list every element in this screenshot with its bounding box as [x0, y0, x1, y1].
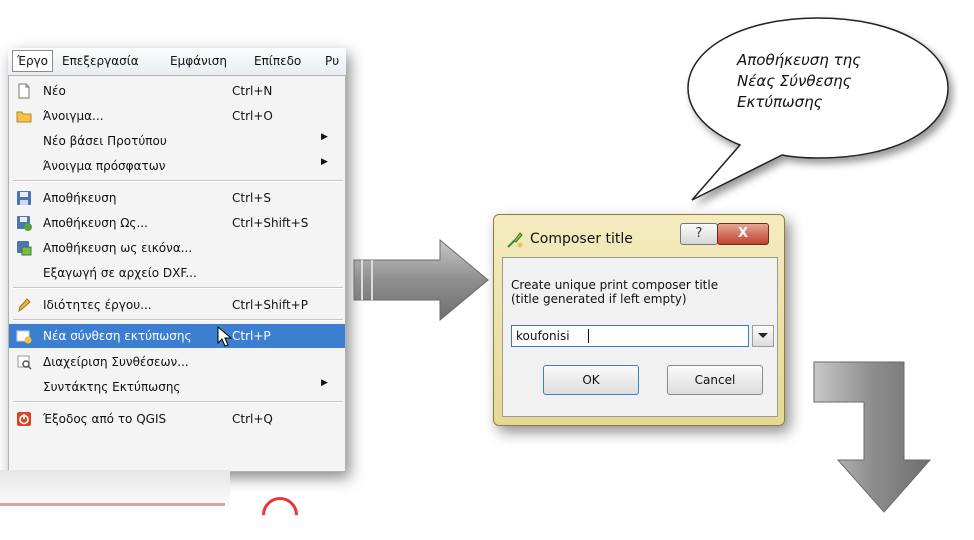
down-arrow-icon — [813, 361, 932, 513]
right-arrow-icon — [353, 238, 489, 322]
menu-item-label: Αποθήκευση — [43, 191, 117, 205]
menu-item-new[interactable]: Νέο Ctrl+N — [9, 79, 345, 103]
menu-item-shortcut: Ctrl+Q — [232, 412, 273, 426]
file-menu: Έργο Επεξεργασία Εμφάνιση Επίπεδο Ρυ Νέο… — [8, 48, 346, 472]
help-button[interactable]: ? — [680, 223, 718, 245]
save-as-icon — [17, 216, 32, 231]
menubar-item-edit[interactable]: Επεξεργασία — [62, 54, 139, 68]
menubar: Έργο Επεξεργασία Εμφάνιση Επίπεδο Ρυ — [8, 48, 346, 76]
menu-item-label: Ιδιότητες έργου... — [43, 298, 152, 312]
menubar-item-layer[interactable]: Επίπεδο — [254, 54, 301, 68]
new-file-icon — [18, 83, 30, 99]
menu-item-label: Διαχείριση Συνθέσεων... — [43, 355, 189, 369]
menu-item-shortcut: Ctrl+P — [232, 329, 271, 343]
dialog-body: Create unique print composer title (titl… — [502, 257, 778, 417]
menu-separator — [13, 287, 343, 289]
submenu-arrow-icon: ▶ — [321, 132, 328, 142]
dialog-title: Composer title — [530, 231, 633, 247]
ok-button[interactable]: OK — [543, 365, 639, 395]
text-caret — [588, 329, 589, 343]
menu-item-label: Άνοιγμα πρόσφατων — [43, 159, 166, 173]
menubar-item-project[interactable]: Έργο — [12, 50, 54, 72]
menu-item-label: Εξαγωγή σε αρχείο DXF... — [43, 266, 197, 280]
submenu-arrow-icon: ▶ — [321, 157, 328, 167]
qgis-composer-icon — [507, 232, 523, 248]
menu-item-label: Αποθήκευση ως εικόνα... — [43, 241, 193, 255]
folder-icon — [16, 111, 32, 123]
menu-item-save-as[interactable]: Αποθήκευση Ως... Ctrl+Shift+S — [9, 211, 345, 235]
save-icon — [17, 191, 31, 205]
menubar-item-settings[interactable]: Ρυ — [325, 54, 339, 68]
background-red-arc — [254, 489, 306, 540]
new-composer-icon — [16, 330, 32, 344]
menu-item-label: Νέα σύνθεση εκτύπωσης — [43, 329, 192, 343]
cancel-button[interactable]: Cancel — [667, 365, 763, 395]
menu-item-shortcut: Ctrl+Shift+P — [232, 298, 308, 312]
pencil-icon — [18, 298, 31, 313]
exit-icon — [17, 412, 31, 426]
menu-item-composer-manager[interactable]: Διαχείριση Συνθέσεων... — [9, 350, 345, 374]
menu-item-save[interactable]: Αποθήκευση Ctrl+S — [9, 186, 345, 210]
menu-item-exit[interactable]: Έξοδος από το QGIS Ctrl+Q — [9, 407, 345, 431]
menu-item-shortcut: Ctrl+S — [232, 191, 272, 205]
speech-bubble-text: Αποθήκευση της Νέας Σύνθεσης Εκτύπωσης — [737, 51, 861, 111]
menu-item-open-recent[interactable]: Άνοιγμα πρόσφατων ▶ — [9, 154, 345, 178]
menu-item-export-dxf[interactable]: Εξαγωγή σε αρχείο DXF... — [9, 261, 345, 285]
menu-item-new-from-template[interactable]: Νέο βάσει Προτύπου ▶ — [9, 129, 345, 153]
composer-title-value: koufonisi — [516, 329, 570, 343]
background-fade — [0, 470, 230, 514]
menu-separator — [13, 180, 343, 182]
mouse-cursor-icon — [217, 326, 233, 347]
background-red-line — [0, 503, 225, 506]
menu-item-label: Νέο βάσει Προτύπου — [43, 134, 167, 148]
submenu-arrow-icon: ▶ — [321, 378, 328, 388]
menu-item-save-as-image[interactable]: Αποθήκευση ως εικόνα... — [9, 236, 345, 260]
menubar-item-view[interactable]: Εμφάνιση — [170, 54, 227, 68]
chevron-down-icon — [758, 333, 768, 338]
menu-item-shortcut: Ctrl+O — [232, 109, 273, 123]
menu-item-open[interactable]: Άνοιγμα... Ctrl+O — [9, 104, 345, 128]
menu-item-label: Άνοιγμα... — [43, 109, 104, 123]
menu-item-print-composers[interactable]: Συντάκτης Εκτύπωσης ▶ — [9, 375, 345, 399]
menu-separator — [13, 401, 343, 403]
menu-item-label: Αποθήκευση Ως... — [43, 216, 148, 230]
menu-item-label: Έξοδος από το QGIS — [43, 412, 167, 426]
composer-manager-icon — [17, 355, 32, 370]
menu-item-shortcut: Ctrl+Shift+S — [232, 216, 309, 230]
menu-item-shortcut: Ctrl+N — [232, 84, 273, 98]
menu-dropdown: Νέο Ctrl+N Άνοιγμα... Ctrl+O Νέο βάσει Π… — [8, 75, 346, 472]
dropdown-button[interactable] — [752, 325, 774, 347]
menu-item-label: Νέο — [43, 84, 66, 98]
dialog-prompt: Create unique print composer title (titl… — [511, 278, 719, 306]
close-button[interactable]: X — [717, 223, 769, 245]
menu-item-label: Συντάκτης Εκτύπωσης — [43, 380, 181, 394]
menu-item-new-print-composer[interactable]: Νέα σύνθεση εκτύπωσης Ctrl+P — [9, 324, 345, 348]
save-image-icon — [17, 241, 32, 256]
composer-title-input[interactable]: koufonisi — [511, 325, 749, 347]
composer-title-dialog: Composer title ? X Create unique print c… — [493, 214, 785, 426]
menu-item-project-properties[interactable]: Ιδιότητες έργου... Ctrl+Shift+P — [9, 293, 345, 317]
menu-separator — [13, 319, 343, 321]
